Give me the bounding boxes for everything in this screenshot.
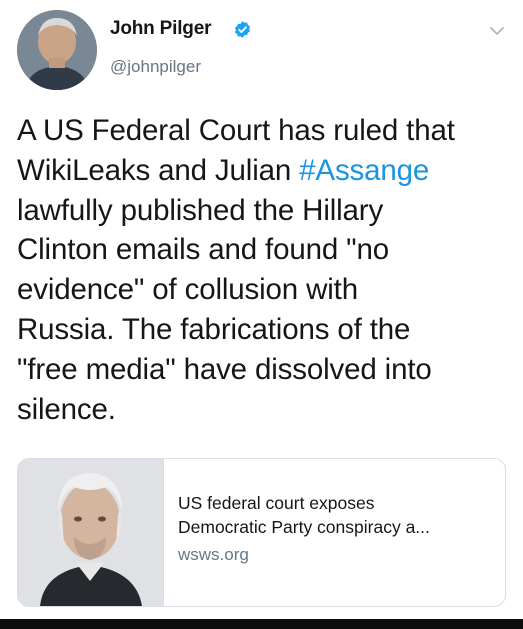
verified-badge-icon bbox=[234, 21, 251, 38]
bottom-edge-bar bbox=[0, 619, 523, 629]
author-name[interactable]: John Pilger bbox=[110, 18, 211, 40]
author-handle[interactable]: @johnpilger bbox=[110, 57, 201, 77]
card-thumbnail-image bbox=[18, 459, 163, 606]
card-domain: wsws.org bbox=[178, 545, 249, 564]
card-text: US federal court exposes Democratic Part… bbox=[178, 491, 498, 567]
tweet-text-part: lawfully published the Hillary Clinton e… bbox=[17, 193, 432, 426]
card-title-line: Democratic Party conspiracy a... bbox=[178, 517, 430, 537]
tweet[interactable]: John Pilger @johnpilger A US Federal Cou… bbox=[0, 0, 523, 629]
card-title-line: US federal court exposes bbox=[178, 493, 375, 513]
author-avatar[interactable] bbox=[17, 10, 97, 90]
link-preview-card[interactable]: US federal court exposes Democratic Part… bbox=[17, 458, 506, 607]
card-thumbnail bbox=[18, 459, 164, 606]
chevron-down-icon[interactable] bbox=[489, 25, 505, 37]
tweet-text: A US Federal Court has ruled that WikiLe… bbox=[17, 111, 517, 429]
avatar-photo bbox=[17, 10, 97, 90]
hashtag-link[interactable]: #Assange bbox=[299, 154, 429, 187]
